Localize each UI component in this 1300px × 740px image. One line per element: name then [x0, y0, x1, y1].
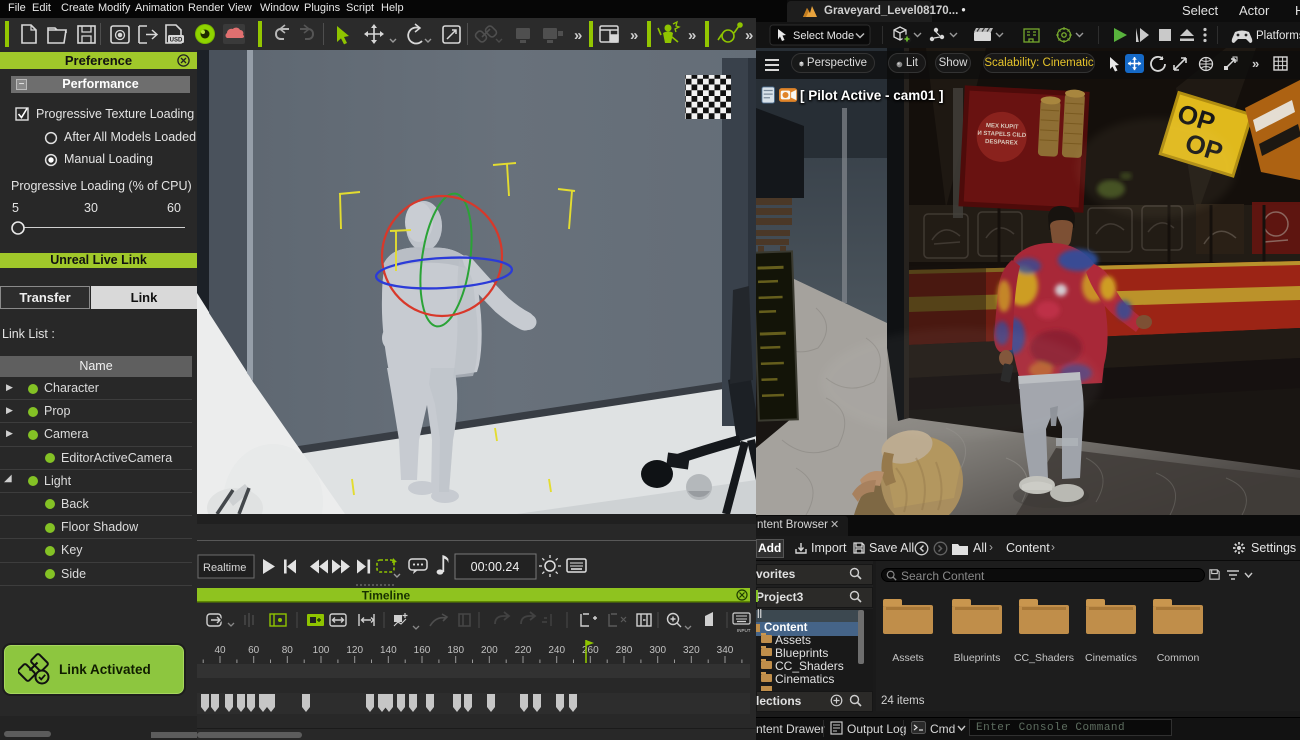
svg-text:80: 80 — [282, 645, 294, 656]
svg-text:Realtime: Realtime — [203, 562, 246, 574]
svg-text:140: 140 — [380, 645, 397, 656]
svg-text:INPUT: INPUT — [737, 628, 751, 633]
svg-text:40: 40 — [214, 645, 226, 656]
svg-text:100: 100 — [313, 645, 330, 656]
svg-text:180: 180 — [447, 645, 464, 656]
svg-text:USD: USD — [170, 38, 183, 44]
svg-text:300: 300 — [649, 645, 666, 656]
svg-text:60: 60 — [248, 645, 260, 656]
svg-text:280: 280 — [616, 645, 633, 656]
svg-text:00:00.24: 00:00.24 — [471, 560, 520, 574]
svg-text:»: » — [745, 27, 753, 44]
svg-text:120: 120 — [346, 645, 363, 656]
svg-text:»: » — [688, 27, 696, 44]
svg-text:»: » — [630, 27, 638, 44]
svg-text:160: 160 — [414, 645, 431, 656]
svg-text:Timeline: Timeline — [362, 589, 411, 603]
svg-text:340: 340 — [717, 645, 734, 656]
svg-text:Select Mode: Select Mode — [793, 30, 854, 42]
svg-text:260: 260 — [582, 645, 599, 656]
svg-text:320: 320 — [683, 645, 700, 656]
svg-text:200: 200 — [481, 645, 498, 656]
svg-text:220: 220 — [515, 645, 532, 656]
svg-text:Platforms: Platforms — [1256, 30, 1300, 42]
svg-text:240: 240 — [548, 645, 565, 656]
svg-text:»: » — [574, 27, 582, 44]
